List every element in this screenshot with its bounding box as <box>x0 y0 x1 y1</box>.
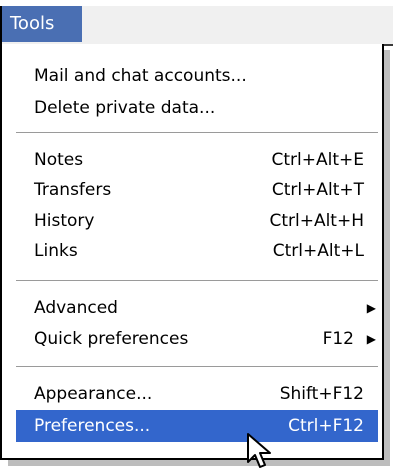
submenu-arrow-icon: ▶ <box>366 332 376 346</box>
menu-item-shortcut: Ctrl+Alt+H <box>269 211 364 231</box>
dropdown-shadow-right <box>384 50 390 464</box>
menu-item-label: Notes <box>34 150 84 170</box>
menu-item-shortcut: Ctrl+Alt+E <box>271 150 365 170</box>
menu-item-label: Preferences... <box>34 416 151 436</box>
menu-item-label: Appearance... <box>34 384 153 404</box>
menu-separator <box>16 132 378 134</box>
menu-item-shortcut: Ctrl+Alt+T <box>271 180 364 200</box>
menu-item-transfers[interactable]: Transfers Ctrl+Alt+T <box>16 174 378 206</box>
menu-item-quick-preferences[interactable]: Quick preferences F12 ▶ <box>16 323 378 355</box>
menu-separator <box>16 366 378 368</box>
menu-tools[interactable]: Tools <box>2 6 82 42</box>
menu-item-preferences[interactable]: Preferences... Ctrl+F12 <box>16 410 378 442</box>
menu-item-label: Links <box>34 241 78 261</box>
menu-item-label: Delete private data... <box>34 98 216 118</box>
arrow-cursor-icon <box>247 433 271 468</box>
menu-item-label: History <box>34 211 95 231</box>
menu-item-history[interactable]: History Ctrl+Alt+H <box>16 205 378 237</box>
menu-item-shortcut: Ctrl+F12 <box>288 416 364 436</box>
menu-item-advanced[interactable]: Advanced ▶ <box>16 292 378 324</box>
menu-item-label: Mail and chat accounts... <box>34 66 247 86</box>
menu-item-label: Advanced <box>34 298 118 318</box>
submenu-arrow-icon: ▶ <box>366 301 376 315</box>
menu-separator <box>16 280 378 282</box>
menu-item-appearance[interactable]: Appearance... Shift+F12 <box>16 378 378 410</box>
menu-item-shortcut: Shift+F12 <box>279 384 364 404</box>
screenshot-stage: Tools Mail and chat accounts... Delete p… <box>0 0 393 475</box>
menu-item-shortcut: F12 <box>322 329 354 349</box>
menu-item-shortcut: Ctrl+Alt+L <box>272 241 364 261</box>
menu-item-delete-private-data[interactable]: Delete private data... <box>16 92 378 124</box>
menu-item-label: Transfers <box>34 180 112 200</box>
menu-item-notes[interactable]: Notes Ctrl+Alt+E <box>16 144 378 176</box>
tools-dropdown-menu: Mail and chat accounts... Delete private… <box>0 44 384 460</box>
menu-item-label: Quick preferences <box>34 329 189 349</box>
dropdown-shadow-bottom <box>8 460 390 466</box>
menu-item-links[interactable]: Links Ctrl+Alt+L <box>16 235 378 267</box>
menu-item-mail-and-chat-accounts[interactable]: Mail and chat accounts... <box>16 60 378 92</box>
